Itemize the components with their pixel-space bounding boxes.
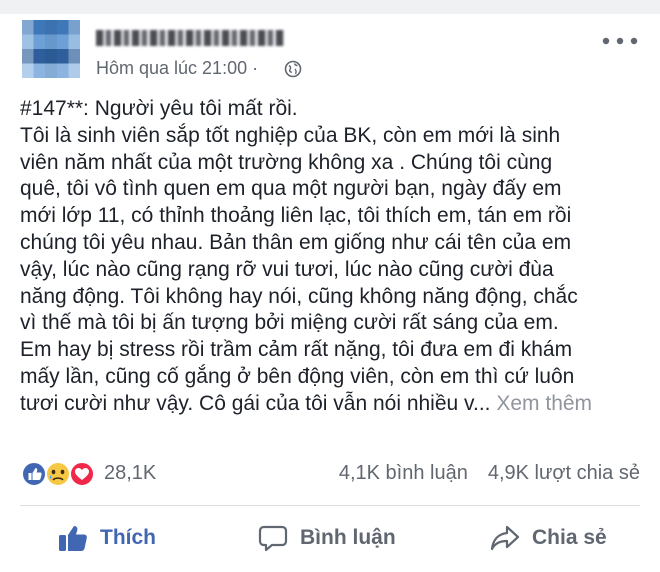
post-line: #147**: Người yêu tôi mất rồi. [20,97,298,120]
post-line: mấy lần, cũng cố gắng ở bên động viên, c… [20,364,575,388]
post-line: viên năm nhất của một trường không xa . … [20,150,553,174]
post-line: Tôi là sinh viên sắp tốt nghiệp của BK, … [20,123,561,147]
post-line: Em hay bị stress rồi trầm cảm rất nặng, … [20,338,573,362]
top-bar [0,0,660,14]
post-line: mới lớp 11, có thỉnh thoảng liên lạc, tô… [20,204,572,228]
thumbs-up-icon [59,526,87,551]
love-reaction-icon [69,461,95,487]
share-count[interactable]: 4,9K lượt chia sẻ [488,462,640,484]
post-stats: 4,1K bình luận 4,9K lượt chia sẻ [339,462,640,485]
post-line: năng động. Tôi không hay nói, cũng không… [20,284,578,308]
globe-icon [284,60,302,78]
like-label: Thích [100,526,156,549]
reaction-count[interactable]: 28,1K [104,462,156,485]
post-line: vậy, lúc nào cũng rạng rỡ vui tươi, lúc … [20,257,554,281]
post-line: quê, tôi vô tình quen em qua một người b… [20,177,562,201]
share-button[interactable]: Chia sẻ [490,520,607,556]
post-last-line: tươi cười như vậy. Cô gái của tôi vẫn nó… [20,391,644,418]
divider [20,505,640,506]
author-name-blurred[interactable] [96,30,284,46]
post-timestamp[interactable]: Hôm qua lúc 21:00 · [96,58,258,79]
comment-icon [258,525,288,552]
sad-reaction-icon [45,461,71,487]
like-button[interactable]: Thích [58,520,156,556]
post-line: vì thế mà tôi bị ấn tượng bởi miệng cười… [20,311,559,335]
share-label: Chia sẻ [532,526,607,549]
see-more-link[interactable]: Xem thêm [496,392,592,415]
post-line-truncated: tươi cười như vậy. Cô gái của tôi vẫn nó… [20,391,491,415]
post-line: chúng tôi yêu nhau. Bản thân em giống nh… [20,230,572,254]
post-card: Hôm qua lúc 21:00 · #147**: Người yêu tô… [0,0,660,572]
reaction-icons[interactable] [20,460,100,488]
like-reaction-icon [21,461,47,487]
comment-button[interactable]: Bình luận [258,520,396,556]
avatar[interactable] [22,20,80,78]
more-icon[interactable] [598,30,642,52]
share-icon [490,525,520,551]
comment-label: Bình luận [300,526,396,549]
comment-count[interactable]: 4,1K bình luận [339,462,468,484]
post-body: #147**: Người yêu tôi mất rồi. Tôi là si… [20,96,644,418]
